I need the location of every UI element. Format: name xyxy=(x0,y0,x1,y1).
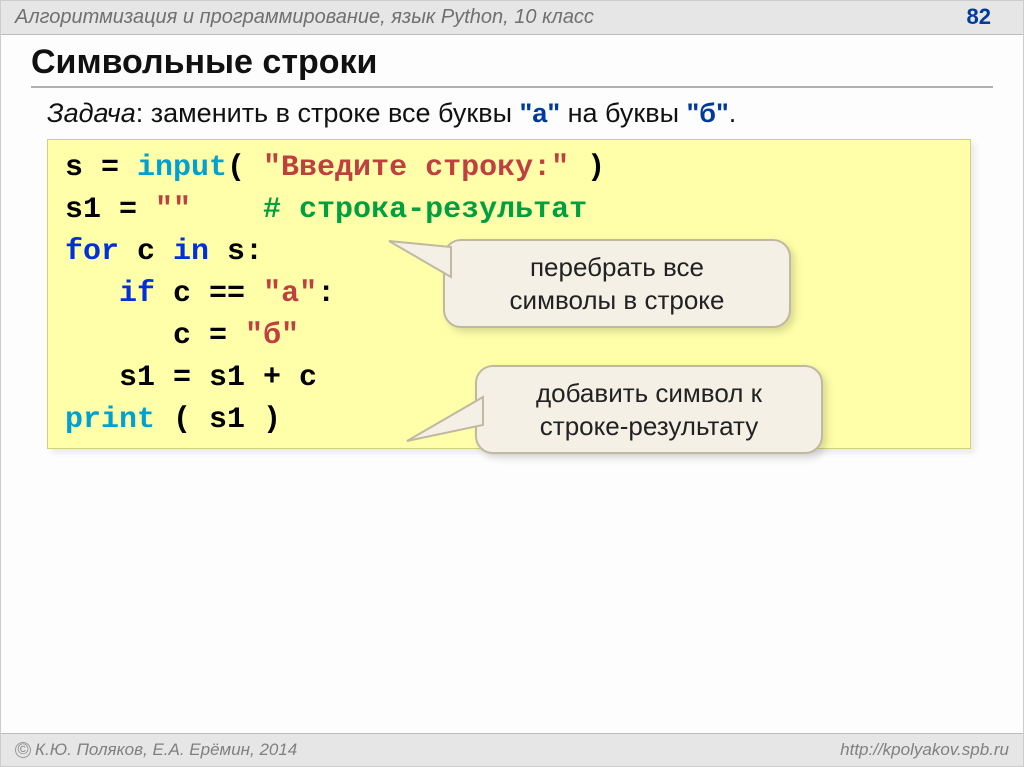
footer-authors: К.Ю. Поляков, Е.А. Ерёмин, 2014 xyxy=(35,740,297,760)
task-letter-b: "б" xyxy=(687,98,729,128)
code-str: "а" xyxy=(263,277,317,311)
footer-url: http://kpolyakov.spb.ru xyxy=(840,740,1009,760)
callout-append: добавить символ к строке-результату xyxy=(475,365,823,454)
code-t: s: xyxy=(209,235,263,269)
code-comment: # строка-результат xyxy=(263,193,587,227)
code-t: s1 = s1 + c xyxy=(65,361,317,395)
code-fn-print: print xyxy=(65,403,155,437)
header-bar: Алгоритмизация и программирование, язык … xyxy=(1,1,1023,35)
code-str: "" xyxy=(155,193,191,227)
title-underline xyxy=(31,86,993,88)
code-str: "б" xyxy=(245,319,299,353)
code-t: c xyxy=(119,235,173,269)
callout-line: символы в строке xyxy=(510,285,725,315)
task-text: Задача: заменить в строке все буквы "а" … xyxy=(1,98,1023,139)
breadcrumb: Алгоритмизация и программирование, язык … xyxy=(15,6,594,29)
code-t xyxy=(65,277,119,311)
footer-bar: © К.Ю. Поляков, Е.А. Ерёмин, 2014 http:/… xyxy=(1,733,1023,766)
code-t: s1 = xyxy=(65,193,155,227)
code-t: ( xyxy=(227,151,263,185)
code-str: "Введите строку:" xyxy=(263,151,569,185)
code-t xyxy=(191,193,263,227)
code-t: ( s1 ) xyxy=(155,403,281,437)
task-end: . xyxy=(729,98,737,128)
page-number: 82 xyxy=(967,4,1009,30)
task-part1: : заменить в строке все буквы xyxy=(136,98,520,128)
code-kw-if: if xyxy=(119,277,155,311)
code-block: s = input( "Введите строку:" ) s1 = "" #… xyxy=(47,139,983,449)
callout-line: перебрать все xyxy=(530,252,704,282)
page-title: Символьные строки xyxy=(1,35,1023,86)
code-t: : xyxy=(317,277,335,311)
code-t: ) xyxy=(569,151,605,185)
code-t: c = xyxy=(65,319,245,353)
code-t: c == xyxy=(155,277,263,311)
callout-tail-icon xyxy=(399,397,483,447)
code-fn-input: input xyxy=(137,151,227,185)
copyright-icon: © xyxy=(15,742,31,758)
callout-iterate: перебрать все символы в строке xyxy=(443,239,791,328)
code-kw-in: in xyxy=(173,235,209,269)
callout-line: добавить символ к xyxy=(536,378,762,408)
footer-copyright: © К.Ю. Поляков, Е.А. Ерёмин, 2014 xyxy=(15,740,297,760)
task-letter-a: "а" xyxy=(520,98,561,128)
task-part2: на буквы xyxy=(560,98,686,128)
code-kw-for: for xyxy=(65,235,119,269)
code-t: s = xyxy=(65,151,137,185)
task-label: Задача xyxy=(47,98,136,128)
callout-line: строке-результату xyxy=(540,411,758,441)
slide: Алгоритмизация и программирование, язык … xyxy=(0,0,1024,767)
callout-tail-icon xyxy=(381,237,451,287)
